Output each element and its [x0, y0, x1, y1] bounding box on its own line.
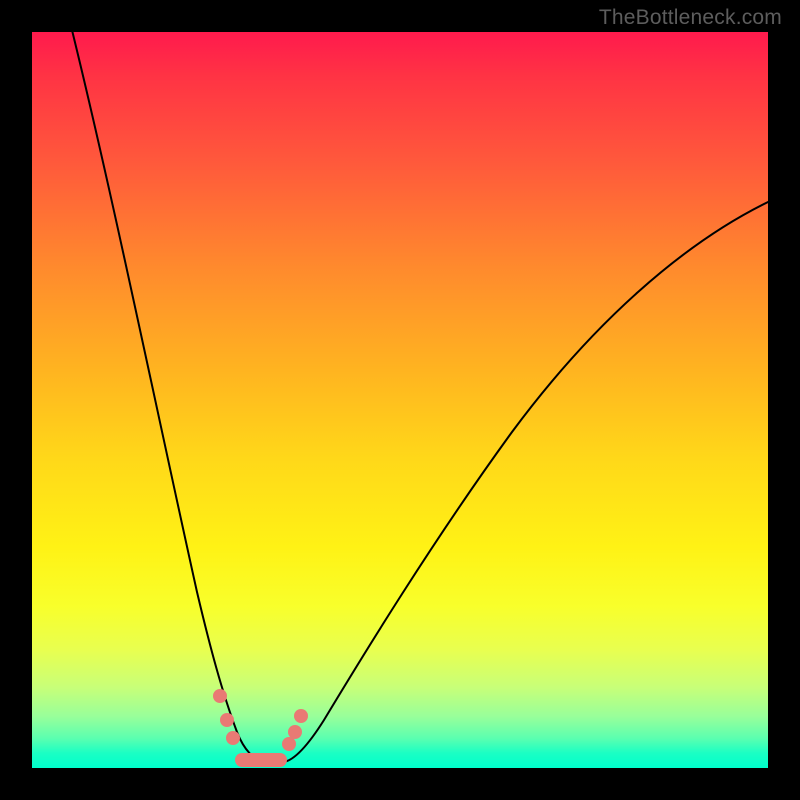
marker-dot — [213, 689, 227, 703]
curve-left — [70, 32, 264, 762]
marker-dot — [288, 725, 302, 739]
curve-right — [284, 202, 768, 762]
marker-dot — [282, 737, 296, 751]
watermark-text: TheBottleneck.com — [599, 6, 782, 30]
marker-dot — [220, 713, 234, 727]
outer-frame: TheBottleneck.com — [0, 0, 800, 800]
marker-dot — [294, 709, 308, 723]
curve-layer — [32, 32, 768, 768]
marker-group — [213, 689, 308, 751]
marker-dot — [226, 731, 240, 745]
plot-area — [32, 32, 768, 768]
